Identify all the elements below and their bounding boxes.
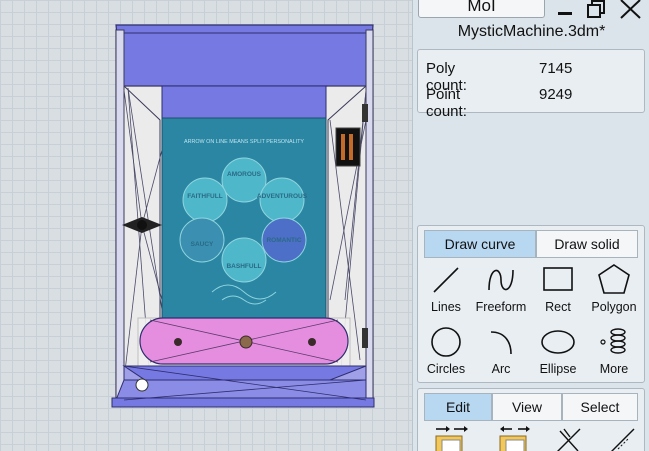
artwork-header: ARROW ON LINE MEANS SPLIT PERSONALITY — [184, 139, 304, 145]
tool-circles[interactable]: Circles — [418, 324, 474, 380]
artwork-panel — [161, 117, 327, 319]
ellipse-icon — [541, 330, 575, 354]
side-panel: MoI MysticMachine.3dm* Poly count: 7145 … — [412, 0, 649, 451]
copy-clipboard-icon[interactable] — [432, 425, 468, 451]
tab-draw-solid[interactable]: Draw solid — [536, 230, 638, 258]
inner-header — [161, 85, 327, 119]
drawer-knob-center — [239, 335, 253, 349]
extend-icon[interactable] — [604, 425, 640, 451]
document-title: MysticMachine.3dm* — [457, 23, 606, 40]
close-icon[interactable] — [618, 0, 644, 20]
point-count-value: 9249 — [539, 86, 573, 103]
tool-more[interactable]: More — [586, 324, 642, 380]
cabinet-model: ARROW ON LINE MEANS SPLIT PERSONALITY AM… — [111, 24, 375, 408]
tool-label-rect: Rect — [545, 300, 571, 314]
draw-panel: Draw curve Draw solid Lines Freeform Rec… — [417, 225, 645, 383]
tool-label-lines: Lines — [431, 300, 461, 314]
trait-label-faithfull: FAITHFULL — [187, 193, 222, 200]
top-band — [115, 24, 374, 87]
edit-tabs: Edit View Select — [424, 393, 638, 421]
tool-label-ellipse: Ellipse — [539, 362, 577, 376]
draw-tabs: Draw curve Draw solid — [424, 230, 638, 258]
restore-icon[interactable] — [583, 0, 609, 20]
drawer-knob-right — [308, 338, 316, 346]
left-post — [115, 29, 125, 401]
edit-panel: Edit View Select — [417, 388, 645, 451]
tool-label-polygon: Polygon — [591, 300, 637, 314]
tab-select[interactable]: Select — [562, 393, 638, 421]
lantern-fixture — [335, 127, 361, 167]
tool-label-circles: Circles — [426, 362, 466, 376]
base-plinth — [111, 397, 375, 408]
tool-polygon[interactable]: Polygon — [586, 262, 642, 318]
spiral-icon — [600, 328, 626, 354]
freeform-icon — [488, 269, 514, 291]
drawer-knob-left — [174, 338, 182, 346]
tool-rect[interactable]: Rect — [530, 262, 586, 318]
line-icon — [433, 267, 459, 293]
trait-label-saucy: SAUCY — [191, 241, 214, 248]
poly-count-value: 7145 — [539, 60, 573, 77]
rect-icon — [543, 267, 573, 291]
trait-circle-faithfull — [182, 177, 228, 223]
tool-ellipse[interactable]: Ellipse — [530, 324, 586, 380]
tab-view[interactable]: View — [492, 393, 562, 421]
trait-circle-bashfull — [221, 237, 267, 283]
trait-label-bashfull: BASHFULL — [226, 263, 261, 270]
foot-circle — [135, 378, 149, 392]
tab-edit[interactable]: Edit — [424, 393, 492, 421]
trait-label-romantic: ROMANTIC — [266, 237, 301, 244]
app-title-tab[interactable]: MoI — [418, 0, 545, 18]
minimize-icon[interactable] — [552, 0, 578, 20]
paste-clipboard-icon[interactable] — [496, 425, 532, 451]
trait-label-adventurous: ADVENTUROUS — [257, 193, 308, 200]
polygon-icon — [598, 264, 630, 294]
viewport[interactable]: ARROW ON LINE MEANS SPLIT PERSONALITY AM… — [0, 0, 412, 451]
tool-freeform[interactable]: Freeform — [473, 262, 529, 318]
arc-icon — [490, 331, 512, 355]
trait-circle-adventurous — [259, 177, 305, 223]
trim-icon[interactable] — [550, 425, 586, 451]
hinge-top — [362, 104, 368, 122]
tool-label-freeform: Freeform — [475, 300, 527, 314]
tool-lines[interactable]: Lines — [418, 262, 474, 318]
trait-label-amorous: AMOROUS — [227, 171, 262, 178]
point-count-label: Point count: — [426, 86, 467, 120]
circle-icon — [431, 327, 461, 357]
hinge-bottom — [362, 328, 368, 348]
trait-circle-saucy — [179, 217, 225, 263]
tool-label-more: More — [599, 362, 629, 376]
tool-arc[interactable]: Arc — [473, 324, 529, 380]
tool-label-arc: Arc — [491, 362, 511, 376]
scene-info-box: Poly count: 7145 Point count: 9249 — [417, 49, 645, 120]
tab-draw-curve[interactable]: Draw curve — [424, 230, 536, 258]
